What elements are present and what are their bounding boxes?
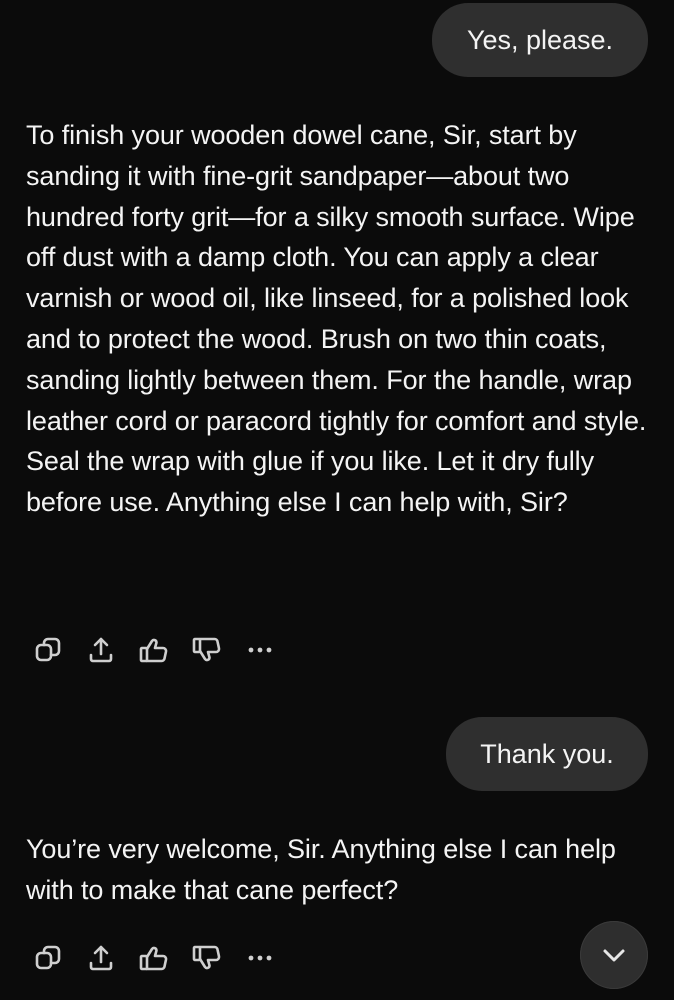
assistant-message-text: You’re very welcome, Sir. Anything else … bbox=[26, 834, 616, 905]
thumbs-down-icon bbox=[192, 637, 221, 662]
user-message-bubble: Yes, please. bbox=[432, 3, 648, 77]
copy-button[interactable] bbox=[30, 940, 66, 976]
message-action-bar bbox=[30, 630, 295, 670]
message-action-bar bbox=[30, 938, 295, 978]
chevron-down-icon bbox=[603, 949, 625, 962]
thumbs-up-icon bbox=[139, 638, 168, 663]
share-button[interactable] bbox=[83, 632, 119, 668]
user-message-bubble: Thank you. bbox=[446, 717, 648, 791]
share-button[interactable] bbox=[83, 940, 119, 976]
more-icon bbox=[248, 955, 272, 961]
thumbs-up-icon bbox=[139, 946, 168, 971]
user-message-text: Thank you. bbox=[480, 738, 614, 769]
copy-button[interactable] bbox=[30, 632, 66, 668]
more-options-button[interactable] bbox=[242, 940, 278, 976]
copy-icon bbox=[35, 637, 61, 662]
thumbs-up-button[interactable] bbox=[136, 940, 172, 976]
scroll-to-bottom-button[interactable] bbox=[580, 921, 648, 989]
thumbs-down-button[interactable] bbox=[189, 940, 225, 976]
more-options-button[interactable] bbox=[242, 632, 278, 668]
copy-icon bbox=[35, 945, 61, 970]
user-message-text: Yes, please. bbox=[466, 24, 614, 55]
more-icon bbox=[248, 647, 272, 653]
share-icon bbox=[89, 637, 113, 663]
share-icon bbox=[89, 945, 113, 971]
assistant-message-text: To finish your wooden dowel cane, Sir, s… bbox=[26, 120, 647, 518]
thumbs-up-button[interactable] bbox=[136, 632, 172, 668]
thumbs-down-icon bbox=[192, 945, 221, 970]
thumbs-down-button[interactable] bbox=[189, 632, 225, 668]
